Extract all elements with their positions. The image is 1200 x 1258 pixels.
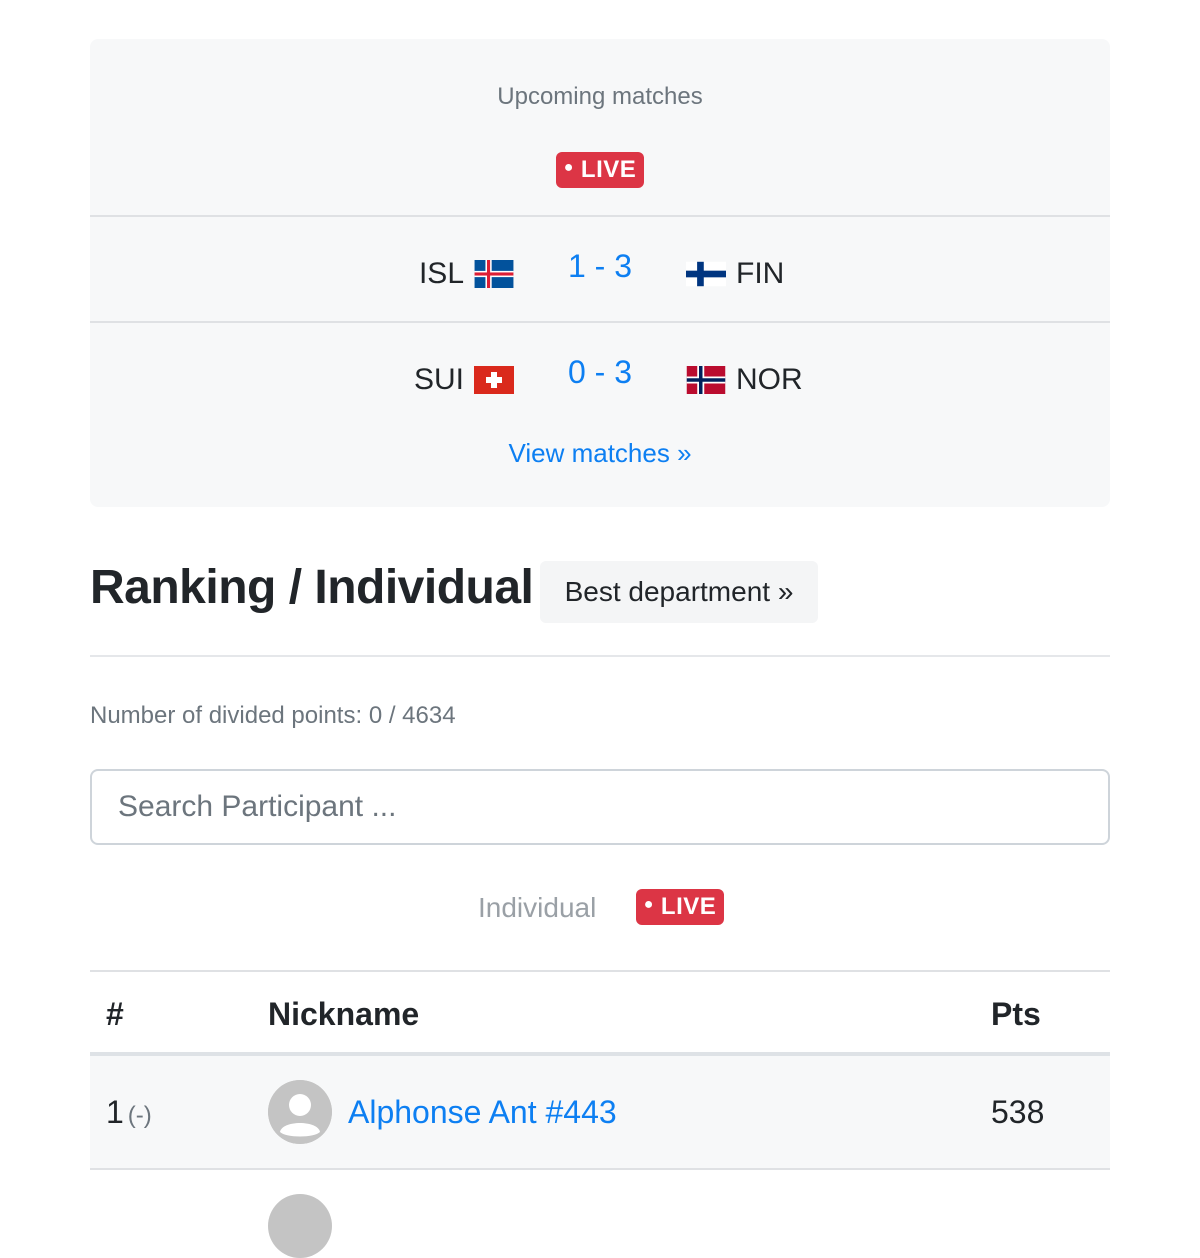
home-team-code: SUI — [413, 363, 464, 396]
search-participant-input[interactable] — [90, 769, 1110, 845]
finland-flag-icon — [686, 261, 726, 287]
avatar — [268, 1080, 332, 1144]
table-border — [90, 970, 1110, 972]
participant-nickname-link[interactable]: Alphonse Ant #443 — [348, 1094, 617, 1131]
switzerland-flag-icon — [474, 366, 514, 394]
home-team: SUI — [414, 350, 514, 410]
match-row[interactable]: SUI 0 - 3 NOR — [90, 350, 1110, 410]
view-matches-link[interactable]: View matches » — [90, 438, 1110, 469]
away-team-code: FIN — [736, 257, 785, 290]
away-team-code: NOR — [736, 363, 803, 396]
rank-change: (-) — [127, 1102, 152, 1129]
norway-flag-icon — [686, 366, 726, 394]
column-header-points: Pts — [991, 996, 1041, 1032]
upcoming-matches-title: Upcoming matches — [497, 83, 703, 110]
table-row[interactable]: 1 (-) Alphonse Ant #443 538 — [90, 1056, 1110, 1170]
live-dot-icon: ● — [643, 896, 654, 913]
tab-individual[interactable]: Individual — [478, 892, 596, 924]
live-badge: ● LIVE — [556, 152, 644, 188]
column-header-nickname: Nickname — [268, 996, 420, 1032]
table-row-border — [90, 1168, 1110, 1170]
live-badge-label: LIVE — [660, 893, 717, 920]
divided-points-text: Number of divided points: 0 / 4634 — [90, 702, 456, 729]
away-team: NOR — [686, 350, 803, 410]
rank-cell: 1 (-) — [106, 1094, 152, 1131]
home-team: ISL — [419, 244, 514, 304]
rank-value: 1 — [106, 1094, 124, 1130]
user-avatar-icon — [268, 1080, 332, 1144]
points-cell: 538 — [991, 1094, 1045, 1130]
page-title: Ranking / Individual — [90, 561, 534, 614]
home-team-code: ISL — [418, 257, 464, 290]
match-score[interactable]: 1 - 3 — [520, 236, 680, 296]
live-badge: ● LIVE — [636, 889, 724, 925]
divider — [90, 215, 1110, 217]
column-header-rank: # — [106, 996, 124, 1032]
divider — [90, 321, 1110, 323]
iceland-flag-icon — [474, 260, 514, 288]
best-department-button[interactable]: Best department » — [540, 561, 818, 623]
live-dot-icon: ● — [563, 159, 574, 176]
match-row[interactable]: ISL 1 - 3 FIN — [90, 244, 1110, 304]
live-badge-label: LIVE — [580, 156, 637, 183]
away-team: FIN — [686, 244, 784, 304]
avatar — [268, 1194, 332, 1258]
match-score[interactable]: 0 - 3 — [520, 342, 680, 402]
divider — [90, 655, 1110, 657]
